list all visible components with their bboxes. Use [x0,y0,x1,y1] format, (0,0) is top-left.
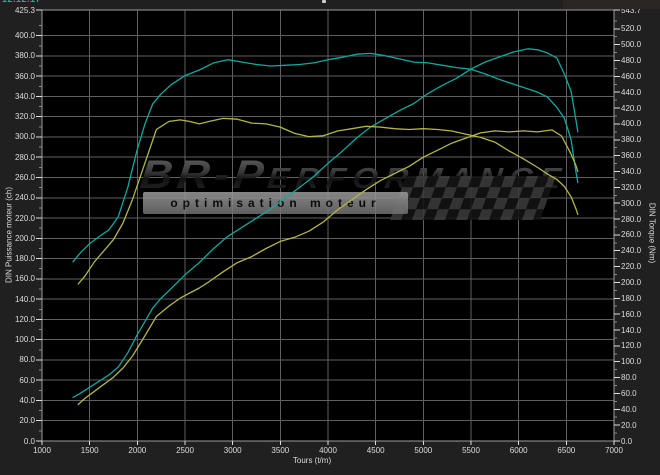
tick-labels: 425.3 400.0 380.0 360.0 340.0 320.0 300.0 280.0… [0,0,660,475]
y-right-axis-title: DIN Torque (Nm) [648,203,657,263]
y-left-tick-label: 380.0 [15,51,35,60]
x-tick-label: 4500 [367,446,385,455]
y-right-tick-label: 260.0 [621,230,641,239]
y-right-tick-label: 300.0 [621,199,641,208]
y-left-tick-label: 360.0 [15,72,35,81]
x-tick-label: 2000 [128,446,146,455]
x-tick-label: 6000 [510,446,528,455]
y-left-tick-label: 400.0 [15,31,35,40]
y-right-tick-label: 320.0 [621,183,641,192]
y-right-tick-label: 440.0 [621,88,641,97]
y-right-tick-label: 200.0 [621,278,641,287]
top-right-strip [563,0,660,9]
y-right-tick-label: 400.0 [621,119,641,128]
y-right-tick-label: 380.0 [621,135,641,144]
y-left-tick-label: 220.0 [15,214,35,223]
y-right-tick-label: 500.0 [621,40,641,49]
y-left-tick-label: 300.0 [15,132,35,141]
y-left-tick-label: 425.3 [15,6,35,15]
y-right-tick-label: 0.0 [621,437,632,446]
x-tick-label: 5500 [462,446,480,455]
dyno-chart-screen: BR-PERFORMANCE optimisation moteur 425.3… [0,0,660,475]
y-right-tick-label: 180.0 [621,294,641,303]
y-right-tick-label: 100.0 [621,357,641,366]
y-right-tick-label: 160.0 [621,310,641,319]
y-right-tick-label: 480.0 [621,56,641,65]
y-left-tick-label: 240.0 [15,193,35,202]
y-right-tick-label: 520.0 [621,24,641,33]
y-right-tick-label: 60.0 [621,389,637,398]
y-right-tick-label: 120.0 [621,341,641,350]
y-left-tick-label: 280.0 [15,153,35,162]
y-left-tick-label: 340.0 [15,92,35,101]
y-right-tick-label: 420.0 [621,104,641,113]
y-right-tick-label: 360.0 [621,151,641,160]
y-left-tick-label: 40.0 [19,396,35,405]
x-tick-label: 7000 [605,446,623,455]
y-right-tick-label: 220.0 [621,262,641,271]
y-left-tick-label: 180.0 [15,254,35,263]
y-left-tick-label: 0.0 [24,437,35,446]
clipped-title-glyph-fragment [322,0,326,3]
y-left-tick-label: 120.0 [15,315,35,324]
y-right-tick-label: 140.0 [621,326,641,335]
y-left-axis-title: DIN Puissance moteur (ch) [5,187,14,283]
clipped-date-fragment: 12.12.17 [2,0,41,4]
x-tick-label: 3500 [271,446,289,455]
y-left-tick-label: 100.0 [15,335,35,344]
x-tick-label: 6500 [557,446,575,455]
x-tick-label: 2500 [176,446,194,455]
y-left-tick-label: 200.0 [15,234,35,243]
x-tick-label: 1000 [33,446,51,455]
y-left-tick-label: 60.0 [19,376,35,385]
y-left-tick-label: 140.0 [15,295,35,304]
x-tick-label: 1500 [81,446,99,455]
y-left-tick-label: 160.0 [15,274,35,283]
y-right-tick-label: 460.0 [621,72,641,81]
y-right-tick-label: 20.0 [621,421,637,430]
y-right-tick-label: 340.0 [621,167,641,176]
y-right-tick-label: 80.0 [621,373,637,382]
y-left-tick-label: 80.0 [19,355,35,364]
x-axis-title: Tours (t/m) [293,456,331,465]
x-tick-label: 4000 [319,446,337,455]
x-tick-label: 3000 [224,446,242,455]
y-left-tick-label: 260.0 [15,173,35,182]
y-left-tick-label: 20.0 [19,416,35,425]
y-left-tick-label: 320.0 [15,112,35,121]
x-tick-label: 5000 [414,446,432,455]
y-right-tick-label: 240.0 [621,246,641,255]
y-right-tick-label: 40.0 [621,405,637,414]
y-right-tick-label: 280.0 [621,215,641,224]
